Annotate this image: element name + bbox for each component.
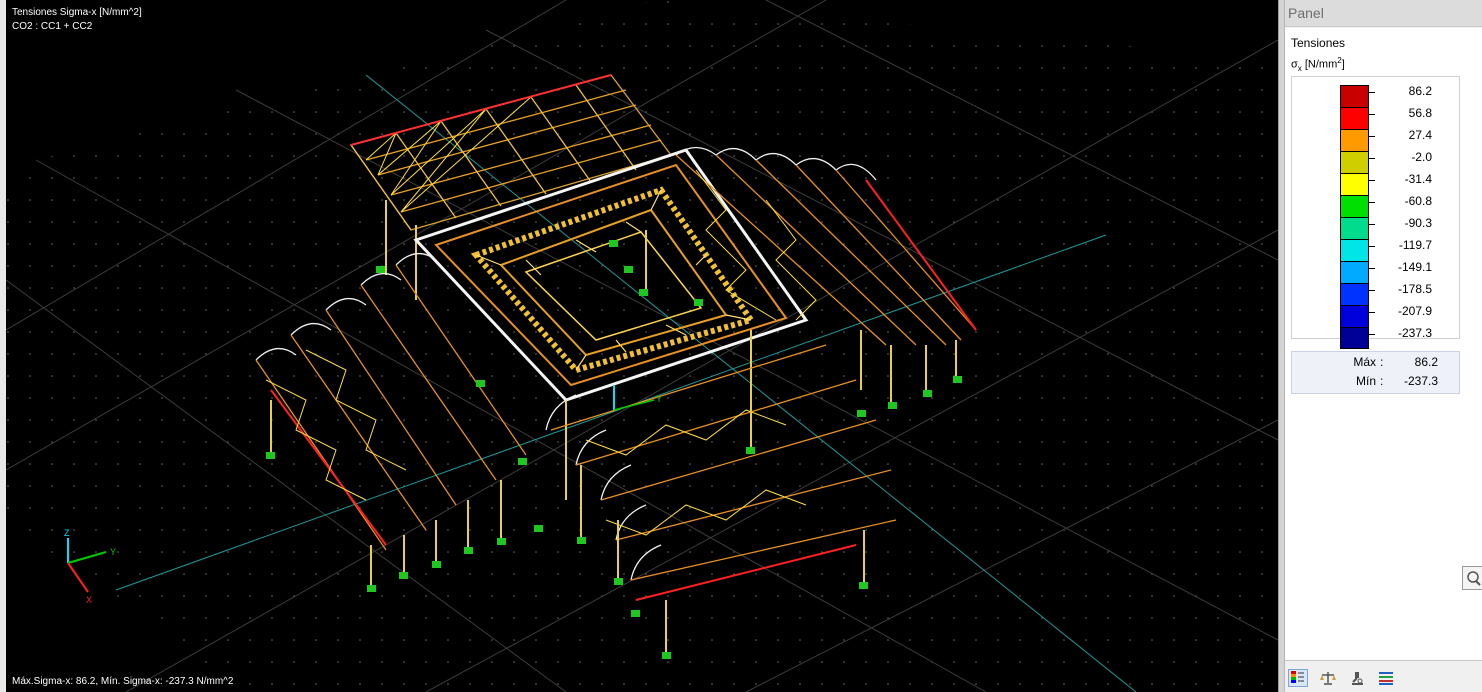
axis-x-label: X: [86, 595, 92, 605]
min-value: -237.3: [1403, 374, 1438, 388]
legend-color-11: [1340, 327, 1369, 349]
legend-tick: [1369, 268, 1375, 269]
max-value: 86.2: [1414, 355, 1438, 369]
legend-color-6: [1340, 217, 1369, 239]
legend-value: -178.5: [1397, 282, 1432, 296]
legend-color-1: [1340, 107, 1369, 129]
structure-3d-view[interactable]: Y Z Y X: [6, 0, 1278, 692]
legend-tick: [1369, 202, 1375, 203]
legend-value: -90.3: [1404, 216, 1432, 230]
balance-icon[interactable]: [1318, 669, 1338, 687]
svg-text:Y: Y: [656, 394, 662, 404]
panel-title: Panel: [1285, 0, 1482, 27]
min-separator: :: [1380, 374, 1384, 388]
legend-value: -119.7: [1398, 238, 1432, 252]
legend-color-4: [1340, 173, 1369, 195]
load-combination-label: CO2 : CC1 + CC2: [12, 21, 93, 32]
legend-value: -207.9: [1397, 304, 1432, 318]
control-panel: Panel Tensiones σx [N/mm2] 86.2 56.8 27.4 -…: [1284, 0, 1482, 692]
panel-body: Tensiones σx [N/mm2] 86.2 56.8 27.4 -2.0 -31…: [1285, 28, 1482, 660]
legend-tick: [1369, 158, 1375, 159]
legend-tick: [1369, 136, 1375, 137]
unit-symbol: σ: [1291, 58, 1298, 71]
legend-value: -149.1: [1397, 260, 1432, 274]
ground-plane: [6, 0, 1276, 692]
color-scale-icon[interactable]: [1288, 669, 1308, 687]
legend-color-7: [1340, 239, 1369, 261]
legend-color-bar: [1340, 85, 1369, 349]
color-legend[interactable]: 86.2 56.8 27.4 -2.0 -31.4 -60.8 -90.3 -119.7 -14…: [1291, 76, 1460, 349]
min-label: Mín: [1355, 374, 1376, 388]
extreme-values-label: Máx.Sigma-x: 86.2, Mín. Sigma-x: -237.3 …: [12, 676, 234, 687]
legend-tick: [1369, 334, 1375, 335]
max-label: Máx: [1353, 355, 1376, 369]
legend-color-5: [1340, 195, 1369, 217]
max-row: Máx : 86.2: [1292, 355, 1461, 373]
microscope-icon[interactable]: [1347, 669, 1367, 687]
legend-value: 27.4: [1408, 128, 1432, 142]
legend-tick: [1369, 312, 1375, 313]
legend-tick: [1369, 114, 1375, 115]
legend-color-0: [1340, 85, 1369, 107]
model-viewport[interactable]: Y Z Y X Tensiones Sigma-x [N/mm^2] CO2 :…: [0, 0, 1278, 692]
extreme-values-box: Máx : 86.2 Mín : -237.3: [1291, 351, 1460, 394]
axis-z-label: Z: [64, 528, 70, 538]
unit-close: ]: [1341, 58, 1345, 71]
legend-color-3: [1340, 151, 1369, 173]
legend-color-8: [1340, 261, 1369, 283]
axis-y-label: Y: [110, 547, 116, 557]
panel-toolbar: [1285, 660, 1482, 692]
section-title: Tensiones: [1291, 36, 1346, 50]
min-row: Mín : -237.3: [1292, 374, 1461, 392]
legend-tick: [1369, 92, 1375, 93]
legend-tick: [1369, 290, 1375, 291]
legend-tick: [1369, 224, 1375, 225]
legend-value: -31.4: [1404, 172, 1432, 186]
legend-value: -60.8: [1404, 194, 1432, 208]
legend-value: -2.0: [1411, 150, 1432, 164]
legend-value: -237.3: [1397, 326, 1432, 340]
legend-value: 56.8: [1408, 106, 1432, 120]
unit-subscript: x: [1297, 63, 1302, 73]
legend-tick: [1369, 246, 1375, 247]
legend-color-9: [1340, 283, 1369, 305]
legend-color-10: [1340, 305, 1369, 327]
result-title: Tensiones Sigma-x [N/mm^2]: [12, 7, 142, 18]
unit-text: [N/mm: [1304, 58, 1338, 71]
legend-value: 86.2: [1408, 84, 1432, 98]
unit-label: σx [N/mm2]: [1291, 56, 1345, 73]
max-separator: :: [1380, 355, 1384, 369]
magnifier-icon[interactable]: [1462, 566, 1482, 590]
legend-tick: [1369, 180, 1375, 181]
legend-color-2: [1340, 129, 1369, 151]
lines-list-icon[interactable]: [1376, 669, 1396, 687]
